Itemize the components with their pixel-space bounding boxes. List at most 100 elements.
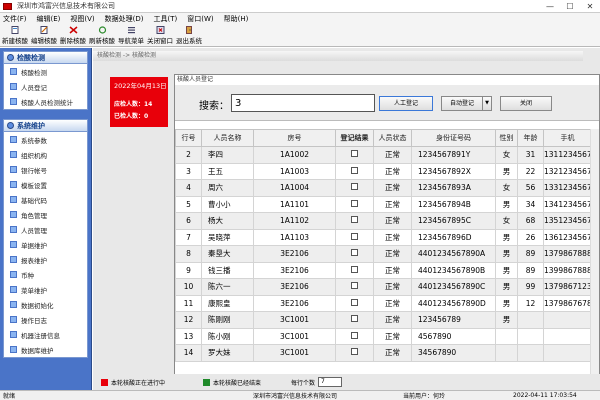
result-checkbox[interactable] bbox=[351, 150, 358, 158]
sidebar-item-staff[interactable]: 人员管理 bbox=[4, 222, 87, 237]
menu-data[interactable]: 数据处理(D) bbox=[105, 14, 144, 24]
sidebar-item-label: 人员登记 bbox=[21, 83, 47, 92]
cell-row-no: 3 bbox=[175, 162, 202, 180]
auto-register-button[interactable]: 自动登记 bbox=[441, 96, 483, 111]
table-row[interactable]: 10 陈六一 3E2106 正常 4401234567890C 男 99 137… bbox=[175, 278, 592, 296]
auto-register-dropdown[interactable]: ▼ bbox=[482, 96, 492, 111]
result-checkbox[interactable] bbox=[351, 331, 358, 339]
result-checkbox[interactable] bbox=[351, 232, 358, 240]
sidebar-item-params[interactable]: 系统参数 bbox=[4, 132, 87, 147]
table-row[interactable]: 5 曹小小 1A1101 正常 1234567894B 男 34 1341234… bbox=[175, 195, 592, 213]
panel-header-system[interactable]: 系统维护 bbox=[3, 119, 88, 132]
result-checkbox[interactable] bbox=[351, 199, 358, 207]
exit-system-button[interactable]: 退出系统 bbox=[176, 26, 202, 46]
search-input[interactable] bbox=[231, 94, 375, 112]
cell-name: 康熙皇 bbox=[201, 294, 254, 312]
sidebar-item-logs[interactable]: 操作日志 bbox=[4, 312, 87, 327]
maximize-button[interactable]: ☐ bbox=[560, 0, 580, 13]
sidebar-item-reports[interactable]: 报表维护 bbox=[4, 252, 87, 267]
menu-file[interactable]: 文件(F) bbox=[3, 14, 27, 24]
result-checkbox[interactable] bbox=[351, 282, 358, 290]
result-checkbox[interactable] bbox=[351, 216, 358, 224]
cell-id: 1234567895C bbox=[411, 212, 496, 230]
result-checkbox[interactable] bbox=[351, 298, 358, 306]
registration-dialog: 核酸人员登记 搜索： 人工登记 自动登记 ▼ 关闭 行号 人员名称 房号 登记结… bbox=[174, 74, 600, 391]
result-checkbox[interactable] bbox=[351, 348, 358, 356]
sidebar-item-roles[interactable]: 角色管理 bbox=[4, 207, 87, 222]
table-row[interactable]: 3 王五 1A1003 正常 1234567892X 男 22 13212345… bbox=[175, 162, 592, 180]
table-row[interactable]: 6 杨大 1A1102 正常 1234567895C 女 68 13512345… bbox=[175, 212, 592, 230]
cell-result bbox=[335, 146, 374, 164]
col-header-result[interactable]: 登记结果 bbox=[335, 129, 374, 147]
minimize-button[interactable]: — bbox=[540, 0, 560, 13]
col-header-row-no[interactable]: 行号 bbox=[175, 129, 202, 147]
cell-id: 4401234567890D bbox=[411, 294, 496, 312]
col-header-room[interactable]: 房号 bbox=[253, 129, 336, 147]
manual-register-button[interactable]: 人工登记 bbox=[379, 96, 433, 111]
table-row[interactable]: 2 李四 1A1002 正常 1234567891Y 女 31 13112345… bbox=[175, 146, 592, 164]
table-row[interactable]: 7 吴晓萍 1A1103 正常 1234567896D 男 26 1361234… bbox=[175, 228, 592, 246]
sidebar-item-database[interactable]: 数据库维护 bbox=[4, 342, 87, 357]
cell-room: 1A1002 bbox=[253, 146, 336, 164]
table-row[interactable]: 13 陈小刚 3C1001 正常 4567890 bbox=[175, 327, 592, 345]
table-row[interactable]: 4 周六 1A1004 正常 1234567893A 女 56 13312345… bbox=[175, 179, 592, 197]
table-row[interactable]: 14 罗大妹 3C1001 正常 34567890 bbox=[175, 344, 592, 362]
cell-row-no: 11 bbox=[175, 294, 202, 312]
sidebar-item-org[interactable]: 组织机构 bbox=[4, 147, 87, 162]
result-checkbox[interactable] bbox=[351, 265, 358, 273]
sidebar-item-menus[interactable]: 菜单维护 bbox=[4, 282, 87, 297]
item-icon bbox=[10, 331, 17, 338]
sidebar-item-label: 币种 bbox=[21, 271, 34, 280]
menu-view[interactable]: 视图(V) bbox=[70, 14, 94, 24]
sidebar-item-codes[interactable]: 基础代码 bbox=[4, 192, 87, 207]
table-row[interactable]: 9 钱三播 3E2106 正常 4401234567890B 男 89 1399… bbox=[175, 261, 592, 279]
col-header-gender[interactable]: 性别 bbox=[495, 129, 518, 147]
menu-edit[interactable]: 编辑(E) bbox=[37, 14, 61, 24]
result-checkbox[interactable] bbox=[351, 183, 358, 191]
sidebar-item-registration-info[interactable]: 机器注册信息 bbox=[4, 327, 87, 342]
col-header-status[interactable]: 人员状态 bbox=[373, 129, 412, 147]
sidebar-item-bank[interactable]: 银行帐号 bbox=[4, 162, 87, 177]
status-user: 当前用户：何玲 bbox=[403, 393, 446, 400]
close-window-button[interactable]: ✕ bbox=[580, 0, 600, 13]
sidebar-item-test[interactable]: 核酸检测 bbox=[4, 64, 87, 79]
table-row[interactable]: 8 秦垦大 3E2106 正常 4401234567890A 男 89 1379… bbox=[175, 245, 592, 263]
panel-toggle-icon bbox=[7, 122, 14, 129]
sidebar-item-init[interactable]: 数据初始化 bbox=[4, 297, 87, 312]
cell-result bbox=[335, 212, 374, 230]
nav-menu-button[interactable]: 导航菜单 bbox=[118, 26, 144, 46]
col-header-id[interactable]: 身份证号码 bbox=[411, 129, 496, 147]
item-icon bbox=[10, 166, 17, 173]
sidebar-item-registration[interactable]: 人员登记 bbox=[4, 79, 87, 94]
sidebar-item-documents[interactable]: 单据维护 bbox=[4, 237, 87, 252]
edit-test-button[interactable]: 编辑核酸 bbox=[31, 26, 57, 46]
item-icon bbox=[10, 241, 17, 248]
new-test-button[interactable]: 新建核酸 bbox=[2, 26, 28, 46]
table-row[interactable]: 11 康熙皇 3E2106 正常 4401234567890D 男 12 137… bbox=[175, 294, 592, 312]
sidebar-item-label: 角色管理 bbox=[21, 211, 47, 220]
cell-id: 1234567894B bbox=[411, 195, 496, 213]
cell-gender: 女 bbox=[495, 146, 518, 164]
menu-tools[interactable]: 工具(T) bbox=[154, 14, 178, 24]
cell-result bbox=[335, 245, 374, 263]
delete-test-button[interactable]: 删除核酸 bbox=[60, 26, 86, 46]
panel-header-detection[interactable]: 检酸检测 bbox=[3, 51, 88, 64]
sidebar-item-statistics[interactable]: 核酸人员检测统计 bbox=[4, 94, 87, 109]
cell-result bbox=[335, 278, 374, 296]
table-scrollbar[interactable] bbox=[590, 129, 599, 391]
menu-window[interactable]: 窗口(W) bbox=[187, 14, 213, 24]
per-page-input[interactable]: 7 bbox=[318, 377, 343, 387]
dialog-close-button[interactable]: 关闭 bbox=[500, 96, 552, 111]
close-window-tool-button[interactable]: 关闭窗口 bbox=[147, 26, 173, 46]
refresh-test-button[interactable]: 刷新核酸 bbox=[89, 26, 115, 46]
sidebar-item-template[interactable]: 模板设置 bbox=[4, 177, 87, 192]
sidebar-item-currency[interactable]: 币种 bbox=[4, 267, 87, 282]
menu-help[interactable]: 帮助(H) bbox=[224, 14, 249, 24]
table-row[interactable]: 12 陈刚刚 3C1001 正常 123456789 男 bbox=[175, 311, 592, 329]
col-header-phone[interactable]: 手机 bbox=[543, 129, 592, 147]
result-checkbox[interactable] bbox=[351, 166, 358, 174]
result-checkbox[interactable] bbox=[351, 315, 358, 323]
col-header-age[interactable]: 年龄 bbox=[517, 129, 544, 147]
col-header-name[interactable]: 人员名称 bbox=[201, 129, 254, 147]
result-checkbox[interactable] bbox=[351, 249, 358, 257]
